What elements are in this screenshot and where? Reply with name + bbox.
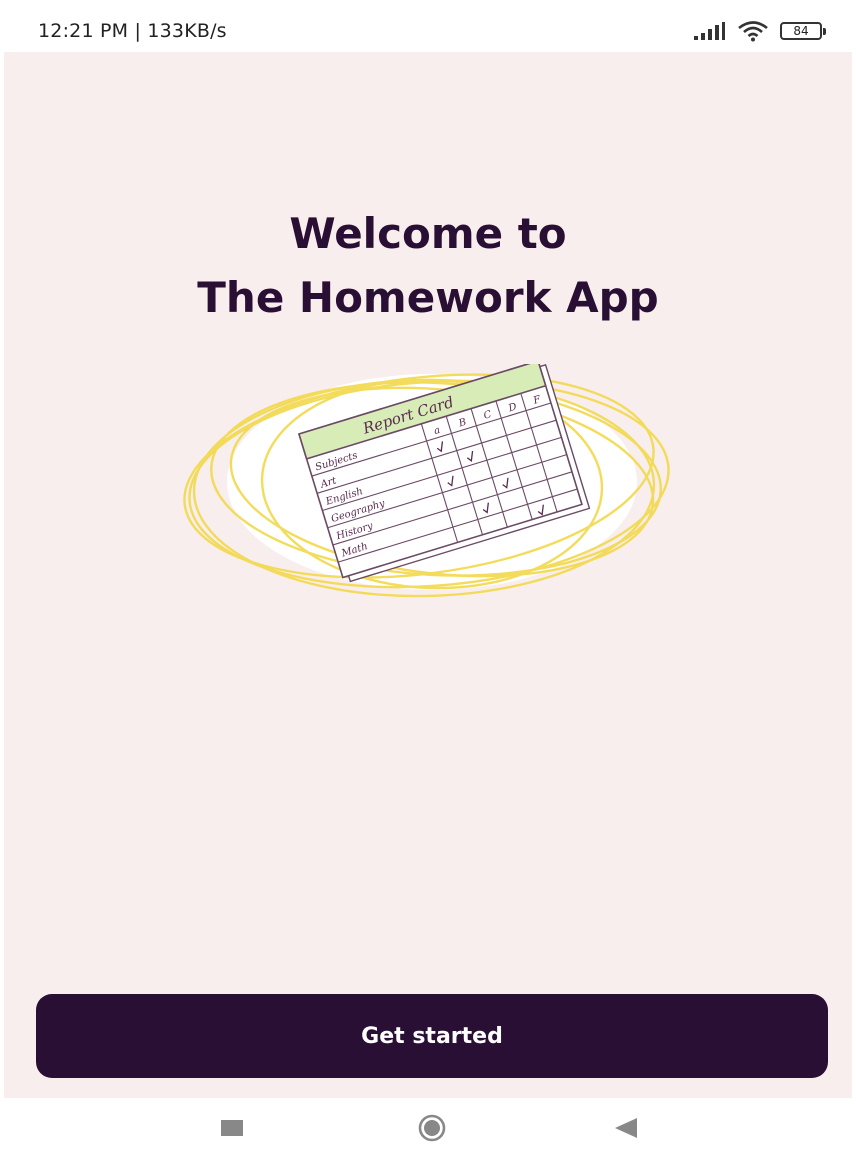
status-time-speed: 12:21 PM | 133KB/s [38, 20, 227, 42]
signal-icon [694, 22, 725, 40]
back-icon [615, 1118, 637, 1138]
welcome-title-line1: Welcome to [289, 209, 567, 258]
wifi-icon [738, 21, 768, 42]
welcome-screen: Welcome to The Homework App Report Card [4, 52, 852, 1098]
status-icons: 84 [692, 18, 826, 44]
battery-level: 84 [793, 24, 809, 38]
back-button[interactable] [606, 1114, 646, 1142]
welcome-title: Welcome to The Homework App [4, 202, 852, 330]
screen: 12:21 PM | 133KB/s 84 Welcome to The Hom… [0, 0, 856, 1157]
get-started-button[interactable]: Get started [36, 994, 828, 1078]
battery-icon: 84 [780, 22, 826, 40]
system-nav-bar [0, 1098, 856, 1157]
recent-apps-button[interactable] [212, 1114, 252, 1142]
home-button[interactable] [412, 1114, 452, 1142]
home-icon [418, 1114, 446, 1142]
status-bar: 12:21 PM | 133KB/s 84 [0, 0, 856, 52]
welcome-title-line2: The Homework App [197, 273, 659, 322]
recent-apps-icon [221, 1120, 243, 1136]
report-card-illustration: Report Card a B C D F Subjects Art Engli… [183, 364, 670, 598]
